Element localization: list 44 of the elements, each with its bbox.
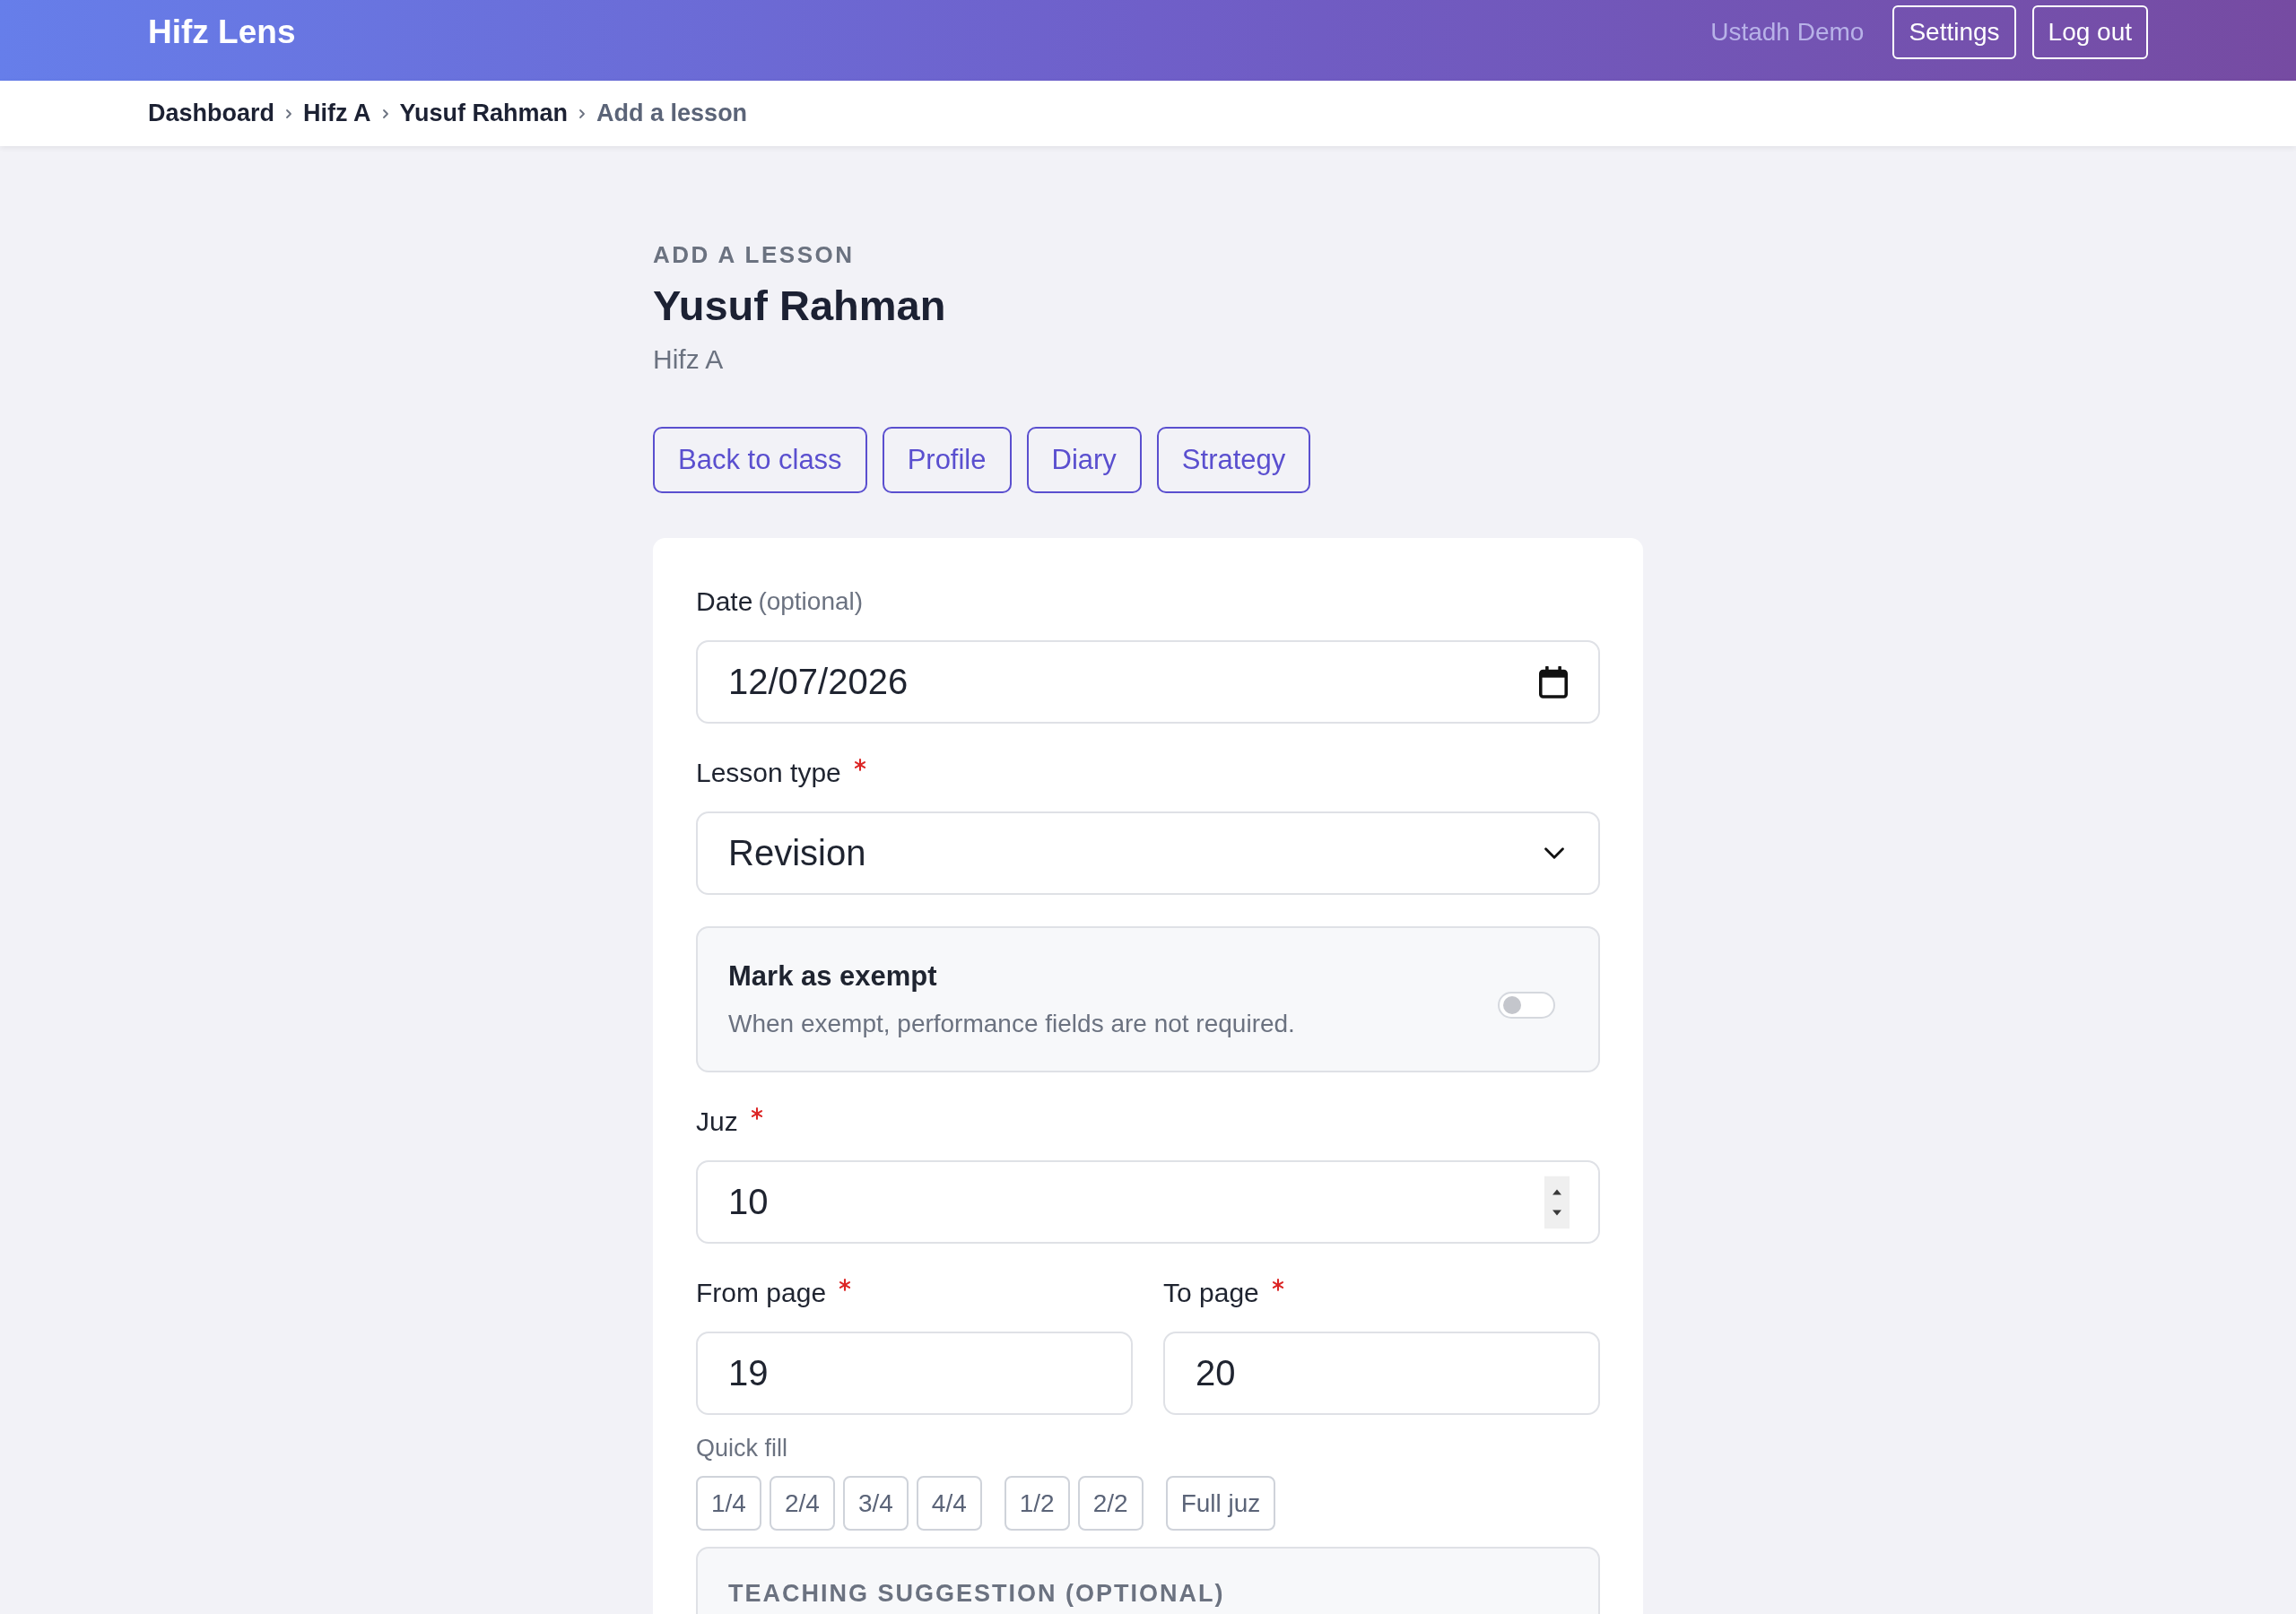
outline-button[interactable]: Profile xyxy=(882,427,1012,493)
input-field[interactable]: 20 xyxy=(1163,1332,1600,1415)
chevron-right-icon xyxy=(285,108,293,119)
field-label: Juz xyxy=(696,1106,738,1138)
chevron-right-icon xyxy=(381,108,389,119)
input-field[interactable]: 19 xyxy=(696,1332,1133,1415)
quick-fill-button[interactable]: Full juz xyxy=(1165,1476,1276,1531)
field-label: From page xyxy=(696,1277,827,1309)
chevron-right-icon xyxy=(578,108,587,119)
toggle-description: When exempt, performance fields are not required. xyxy=(728,1008,1295,1039)
breadcrumb-current: Add a lesson xyxy=(596,100,748,127)
field-hint: (optional) xyxy=(758,586,864,617)
lesson-type-select[interactable]: Revision xyxy=(696,811,1600,895)
brand-name[interactable]: Hifz Lens xyxy=(148,13,296,51)
field-label: To page xyxy=(1163,1277,1259,1309)
outline-button[interactable]: Back to class xyxy=(653,427,867,493)
outline-button[interactable]: Diary xyxy=(1026,427,1142,493)
quick-fill-button[interactable]: 1/4 xyxy=(696,1476,761,1531)
quick-fill-button[interactable]: 1/2 xyxy=(1004,1476,1070,1531)
section-heading: TEACHING SUGGESTION (OPTIONAL) xyxy=(728,1580,1225,1607)
date-field[interactable]: 12/07/2026 xyxy=(696,640,1600,724)
chevron-down-icon xyxy=(1544,847,1564,859)
toggle-title: Mark as exempt xyxy=(728,959,937,994)
user-name: Ustadh Demo xyxy=(1710,18,1865,47)
quick-fill-button[interactable]: 4/4 xyxy=(916,1476,982,1531)
quick-fill-button[interactable]: 2/2 xyxy=(1077,1476,1144,1531)
student-name: Yusuf Rahman xyxy=(653,281,946,331)
class-name: Hifz A xyxy=(653,343,724,376)
breadcrumb-link[interactable]: Dashboard xyxy=(148,100,275,127)
quick-fill-button[interactable]: 3/4 xyxy=(842,1476,909,1531)
stepper-arrows-icon[interactable] xyxy=(1544,1176,1570,1228)
page-eyebrow: ADD A LESSON xyxy=(653,241,855,268)
calendar-icon[interactable] xyxy=(1539,665,1568,699)
header-button[interactable]: Log out xyxy=(2031,5,2148,59)
quick-fill-button[interactable]: 2/4 xyxy=(769,1476,835,1531)
outline-button[interactable]: Strategy xyxy=(1156,427,1311,493)
field-label: Lesson type xyxy=(696,757,841,789)
field-label: Date xyxy=(696,586,753,618)
header-button[interactable]: Settings xyxy=(1892,5,2016,59)
number-field[interactable]: 10 xyxy=(696,1160,1600,1244)
toggle-switch[interactable] xyxy=(1498,991,1555,1019)
breadcrumb-link[interactable]: Hifz A xyxy=(303,100,371,127)
breadcrumb-link[interactable]: Yusuf Rahman xyxy=(399,100,569,127)
quick-fill-label: Quick fill xyxy=(696,1434,787,1462)
